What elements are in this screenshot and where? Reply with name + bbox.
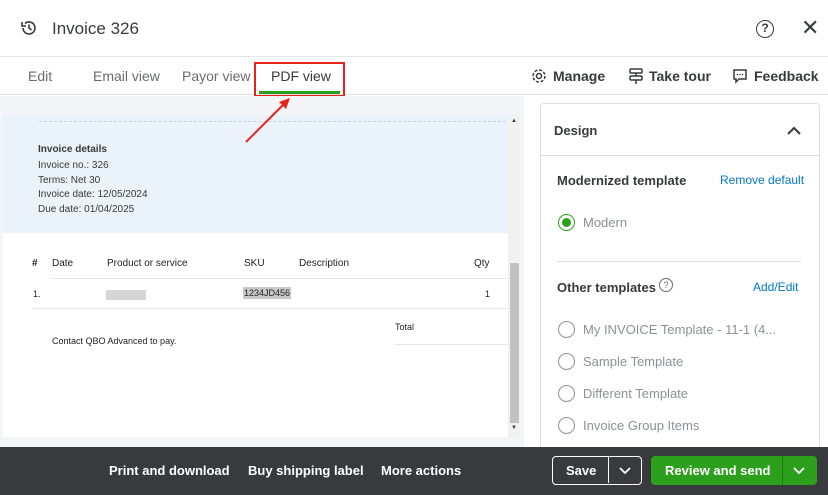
review-and-send-button[interactable]: Review and send	[665, 463, 770, 478]
col-sku: SKU	[244, 258, 265, 269]
feedback-label: Feedback	[754, 68, 819, 84]
tab-payor-view[interactable]: Payor view	[182, 68, 250, 84]
col-date: Date	[52, 258, 74, 269]
scrollbar-thumb[interactable]	[510, 263, 519, 423]
row-sku: 1234JD456	[243, 287, 292, 299]
template-label: Sample Template	[583, 354, 684, 369]
design-panel: Design Modernized template Remove defaul…	[540, 103, 820, 447]
design-title: Design	[554, 123, 598, 138]
print-download-button[interactable]: Print and download	[109, 463, 230, 478]
tab-edit[interactable]: Edit	[28, 68, 52, 84]
preview-scrollbar[interactable]: ▲ ▼	[508, 115, 520, 437]
tab-email-view[interactable]: Email view	[93, 68, 160, 84]
contact-note: Contact QBO Advanced to pay.	[52, 336, 177, 346]
invoice-details-band	[3, 115, 508, 233]
radio-template[interactable]	[558, 417, 575, 434]
footer-bar: Print and download Buy shipping label Mo…	[0, 447, 828, 495]
manage-button[interactable]: Manage	[531, 68, 605, 84]
template-label: Different Template	[583, 386, 689, 401]
history-icon[interactable]	[20, 19, 38, 37]
template-label: Invoice Group Items	[583, 418, 700, 433]
chevron-up-icon[interactable]	[787, 126, 801, 135]
divider	[32, 308, 508, 309]
invoice-number: Invoice no.: 326	[38, 160, 109, 171]
chevron-down-icon[interactable]	[619, 467, 631, 475]
view-tabs: Edit Email view Payor view PDF view Mana…	[0, 57, 828, 95]
total-label: Total	[395, 322, 415, 332]
pdf-preview: Invoice details Invoice no.: 326 Terms: …	[3, 115, 520, 437]
due-date: Due date: 01/04/2025	[38, 204, 135, 215]
template-label: My INVOICE Template - 11-1 (4...	[583, 322, 777, 337]
divider	[39, 121, 506, 122]
take-tour-button[interactable]: Take tour	[629, 68, 711, 84]
buy-shipping-label-button[interactable]: Buy shipping label	[248, 463, 364, 478]
annotation-highlight-box	[254, 62, 345, 97]
feedback-button[interactable]: Feedback	[732, 68, 819, 84]
row-number: 1.	[33, 289, 41, 299]
redacted-product	[106, 290, 146, 300]
other-templates-heading: Other templates	[557, 280, 656, 295]
radio-modern-label: Modern	[583, 215, 628, 230]
divider	[557, 261, 801, 262]
invoice-date: Invoice date: 12/05/2024	[38, 189, 148, 200]
radio-template[interactable]	[558, 321, 575, 338]
invoice-details-heading: Invoice details	[38, 144, 107, 155]
radio-modern[interactable]	[558, 214, 575, 231]
invoice-terms: Terms: Net 30	[38, 175, 101, 186]
signpost-icon	[629, 68, 643, 84]
divider	[395, 344, 508, 345]
col-product: Product or service	[107, 258, 188, 269]
page-title: Invoice 326	[52, 19, 139, 38]
manage-label: Manage	[553, 68, 606, 84]
add-edit-link[interactable]: Add/Edit	[753, 280, 798, 294]
close-icon[interactable]: ✕	[801, 15, 819, 41]
col-description: Description	[299, 258, 350, 269]
save-button[interactable]: Save	[566, 463, 596, 478]
help-icon[interactable]: ?	[756, 20, 774, 38]
col-number: #	[32, 258, 38, 269]
more-actions-button[interactable]: More actions	[381, 463, 461, 478]
chat-icon	[733, 69, 747, 84]
help-icon[interactable]: ?	[659, 278, 673, 292]
col-qty: Qty	[474, 258, 490, 269]
radio-template[interactable]	[558, 385, 575, 402]
review-send-button-group: Review and send	[651, 456, 817, 485]
design-header[interactable]: Design	[541, 104, 819, 156]
row-qty: 1	[485, 289, 491, 299]
divider	[52, 278, 508, 279]
take-tour-label: Take tour	[649, 68, 711, 84]
header: Invoice 326 ? ✕	[0, 0, 828, 57]
chevron-down-icon[interactable]	[793, 467, 805, 475]
radio-template[interactable]	[558, 353, 575, 370]
save-button-group: Save	[552, 456, 642, 485]
gear-icon	[532, 69, 546, 83]
modernized-template-heading: Modernized template	[557, 173, 687, 188]
remove-default-link[interactable]: Remove default	[720, 173, 804, 187]
